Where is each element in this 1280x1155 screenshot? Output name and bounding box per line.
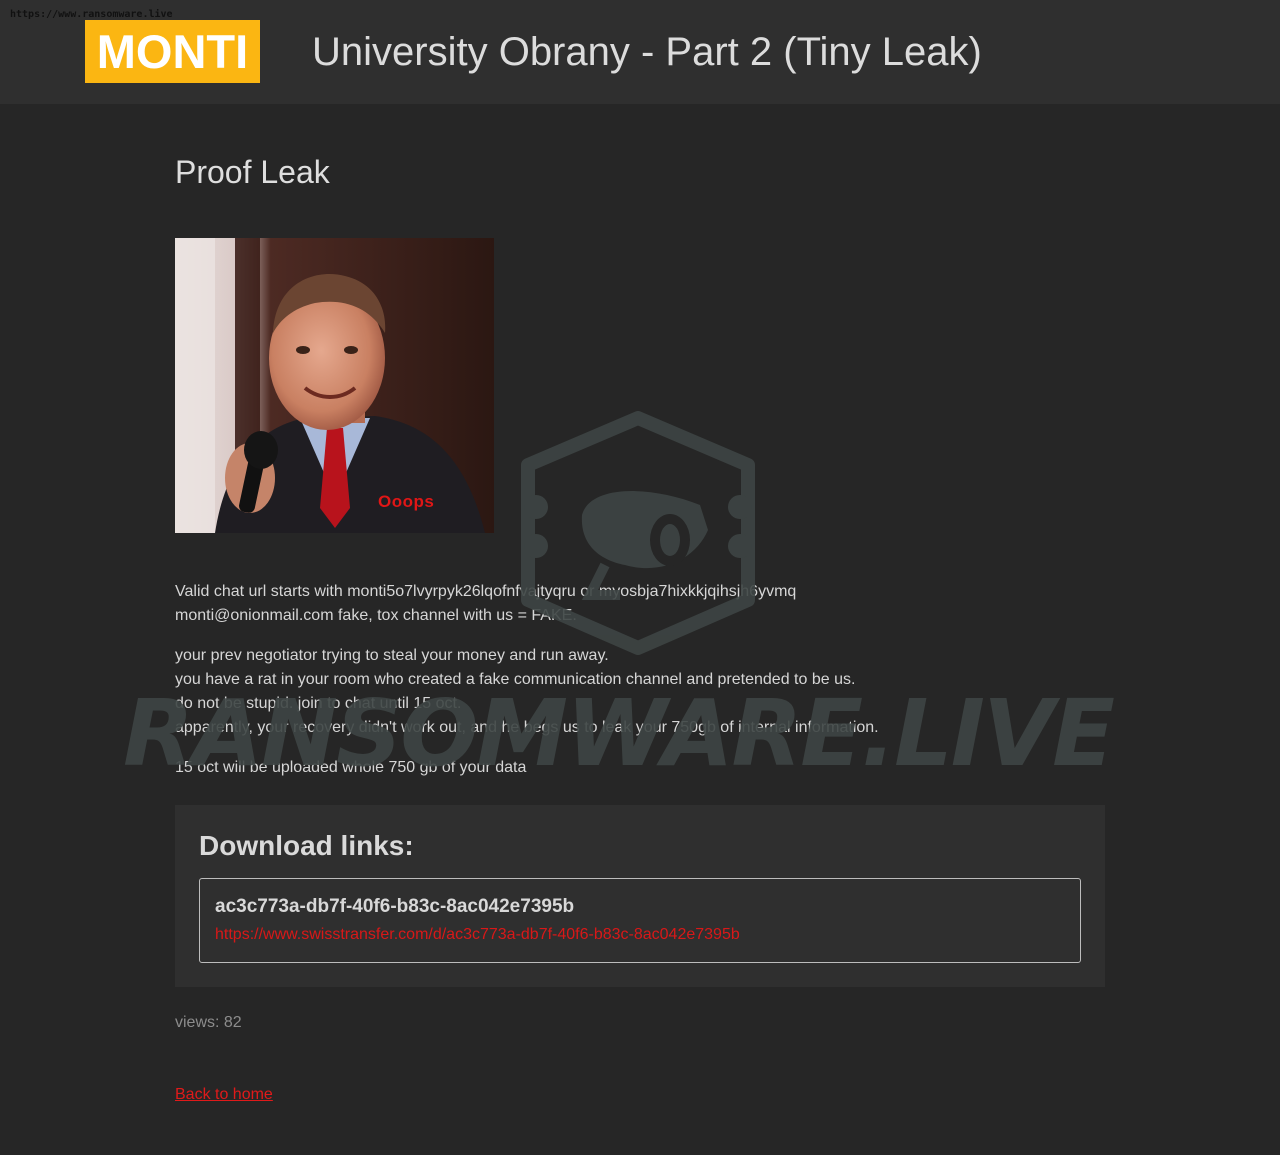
site-logo[interactable]: MONTI xyxy=(85,20,260,83)
text-line: you have a rat in your room who created … xyxy=(175,671,856,688)
text-line: monti@onionmail.com fake, tox channel wi… xyxy=(175,607,577,624)
download-section-title: Download links: xyxy=(199,830,414,861)
chat-info-paragraph: Valid chat url starts with monti5o7lvyrp… xyxy=(175,580,796,628)
person-photo xyxy=(175,238,494,533)
text-line: your prev negotiator trying to steal you… xyxy=(175,647,609,664)
proof-image: Ooops xyxy=(175,238,494,533)
download-id: ac3c773a-db7f-40f6-b83c-8ac042e7395b xyxy=(215,896,575,917)
back-home-link[interactable]: Back to home xyxy=(175,1086,273,1104)
image-caption: Ooops xyxy=(378,492,435,511)
header-bar: MONTI University Obrany - Part 2 (Tiny L… xyxy=(0,0,1280,104)
download-section: Download links: ac3c773a-db7f-40f6-b83c-… xyxy=(175,805,1105,987)
section-title: Proof Leak xyxy=(175,154,330,190)
text-line: 15 oct will be uploaded whole 750 gb of … xyxy=(175,759,527,776)
text-line: do not be stupid. join to chat until 15 … xyxy=(175,695,462,712)
download-card: ac3c773a-db7f-40f6-b83c-8ac042e7395b htt… xyxy=(199,878,1081,963)
deadline-paragraph: 15 oct will be uploaded whole 750 gb of … xyxy=(175,756,526,780)
page-title: University Obrany - Part 2 (Tiny Leak) xyxy=(312,30,982,74)
views-count: views: 82 xyxy=(175,1014,242,1031)
warning-paragraph: your prev negotiator trying to steal you… xyxy=(175,644,879,740)
text-line: apparently, your recovery didn't work ou… xyxy=(175,719,879,736)
source-url-overlay: https://www.ransomware.live xyxy=(10,9,173,20)
download-link[interactable]: https://www.swisstransfer.com/d/ac3c773a… xyxy=(215,926,740,944)
text-line: Valid chat url starts with monti5o7lvyrp… xyxy=(175,583,797,600)
